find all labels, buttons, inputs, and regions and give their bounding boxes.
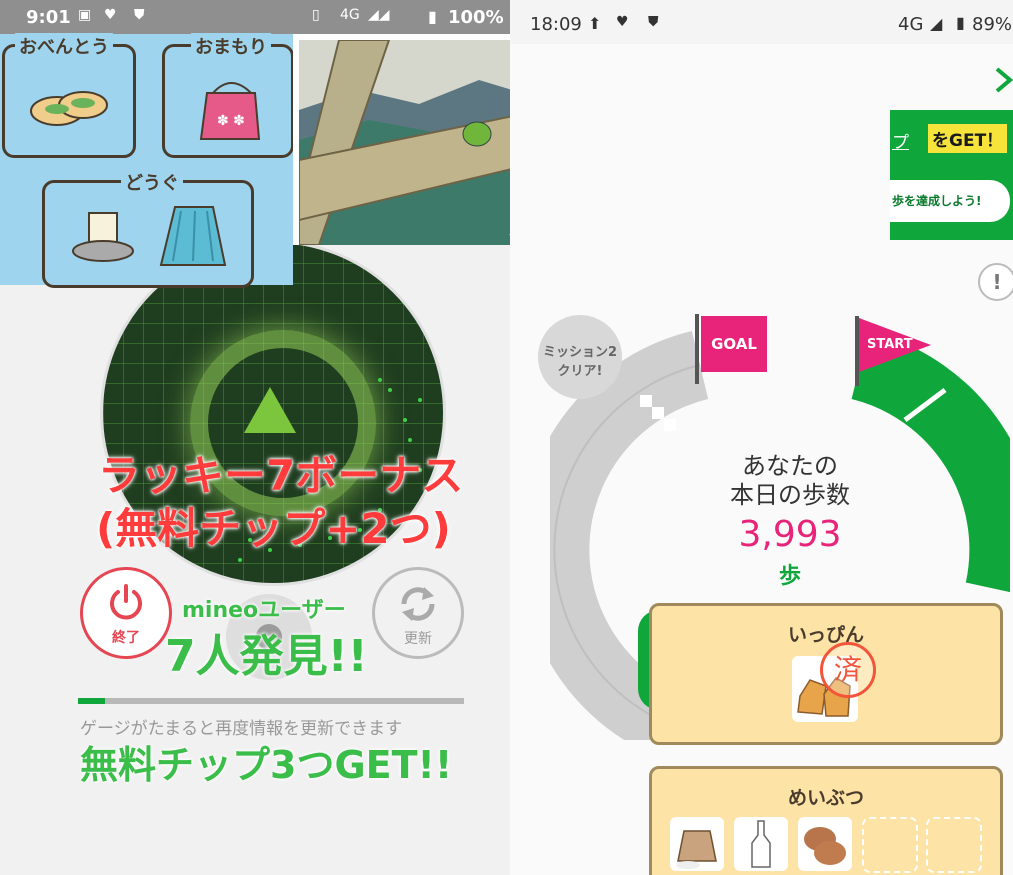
- bread-icon: [30, 91, 108, 126]
- collected-stamp: 済: [820, 642, 876, 698]
- end-button[interactable]: 終了: [80, 567, 172, 659]
- goal-flag-pole: [695, 314, 699, 384]
- refresh-button[interactable]: 更新: [372, 567, 464, 659]
- bonus-title: ラッキー7ボーナス: [98, 451, 464, 500]
- meibutsu-item-sake[interactable]: [734, 817, 788, 871]
- meibutsu-item-bun[interactable]: [798, 817, 852, 871]
- right-battery-level: 89%: [972, 14, 1013, 35]
- shield-icon: ⛊: [648, 14, 659, 30]
- left-status-bar: 9:01 ▣ ♥ ⛊ ▯ 4G ◢◢ ▮ 100%: [0, 0, 510, 34]
- right-screen: プ をGET！ 歩を達成しよう! ! ミッション2 クリア! GOAL STAR…: [510, 0, 1013, 875]
- banner-get-text: をGET！: [928, 124, 1008, 153]
- meibutsu-title: めいぶつ: [787, 787, 864, 809]
- scarf-icon: [159, 206, 227, 266]
- shield-icon: ⛊: [134, 7, 145, 23]
- steps-unit: 歩: [778, 564, 801, 589]
- bottle-icon: [751, 820, 771, 868]
- start-flag-pole: [855, 316, 859, 386]
- banner-mission-text: 歩を達成しよう!: [892, 194, 982, 208]
- close-icon[interactable]: [994, 66, 1013, 94]
- refresh-gauge-fill: [78, 698, 106, 704]
- steps-label-2: 本日の歩数: [730, 481, 850, 509]
- notification-icon: ▣: [78, 7, 92, 23]
- app-notification-icon: ♥: [616, 14, 629, 30]
- charm-label: おまもり: [191, 33, 271, 59]
- refresh-gauge: [78, 698, 464, 704]
- tool-label: どうぐ: [121, 169, 183, 195]
- banner-mission-pill: 歩を達成しよう!: [890, 180, 1010, 222]
- found-count: 7人発見!!: [165, 631, 368, 682]
- battery-icon: ▮: [428, 7, 437, 26]
- charm-icon: ✽ ✽: [199, 82, 261, 140]
- refresh-button-label: 更新: [404, 631, 432, 647]
- meibutsu-card[interactable]: めいぶつ: [649, 766, 1003, 875]
- right-status-bar: 18:09 ⬆ ♥ ⛊ 4G ◢ ▮ 89%: [510, 0, 1013, 44]
- meibutsu-empty-slot: [862, 817, 918, 873]
- vibrate-icon: ▯: [312, 7, 320, 23]
- app-notification-icon: ♥: [104, 7, 117, 23]
- mission-badge-line2: クリア!: [557, 364, 603, 379]
- bento-label: おべんとう: [15, 33, 113, 59]
- svg-text:✽ ✽: ✽ ✽: [217, 113, 245, 129]
- meibutsu-item-rice[interactable]: [670, 817, 724, 871]
- inventory-panel: おべんとう おまもり ✽ ✽ どうぐ: [0, 33, 294, 288]
- banner-chip-text: プ: [892, 133, 909, 153]
- mission-clear-badge: ミッション2 クリア!: [538, 315, 622, 399]
- upload-icon: ⬆: [588, 14, 602, 33]
- refresh-icon: [401, 587, 435, 621]
- bento-slot[interactable]: おべんとう: [2, 33, 136, 158]
- meibutsu-empty-slot: [926, 817, 982, 873]
- info-icon[interactable]: !: [978, 263, 1013, 301]
- right-status-time: 18:09: [530, 14, 582, 35]
- bonus-subtitle: (無料チップ+2つ): [96, 504, 451, 553]
- left-battery-level: 100%: [448, 7, 504, 28]
- power-icon: [110, 584, 142, 620]
- ippin-card[interactable]: いっぴん 済: [649, 603, 1003, 745]
- right-network-label: 4G: [898, 14, 924, 35]
- manju-icon: [804, 827, 846, 865]
- goal-flag: GOAL: [701, 316, 767, 372]
- left-status-time: 9:01: [26, 7, 71, 28]
- chip-get-text: 無料チップ3つGET!!: [80, 743, 453, 787]
- mission-badge-line1: ミッション2: [542, 345, 618, 360]
- rice-bag-icon: [676, 830, 717, 869]
- end-button-label: 終了: [112, 630, 140, 646]
- signal-icon: ◢◢: [368, 7, 390, 23]
- tool-slot[interactable]: どうぐ: [42, 169, 254, 288]
- charm-slot[interactable]: おまもり ✽ ✽: [162, 33, 294, 158]
- mission-banner[interactable]: プ をGET！ 歩を達成しよう!: [890, 110, 1013, 240]
- battery-icon: ▮: [956, 13, 965, 32]
- left-network-label: 4G: [340, 7, 360, 23]
- signal-icon: ◢: [930, 14, 943, 33]
- steps-value: 3,993: [738, 514, 842, 555]
- candle-icon: [72, 212, 134, 262]
- ippin-title: いっぴん: [787, 624, 864, 646]
